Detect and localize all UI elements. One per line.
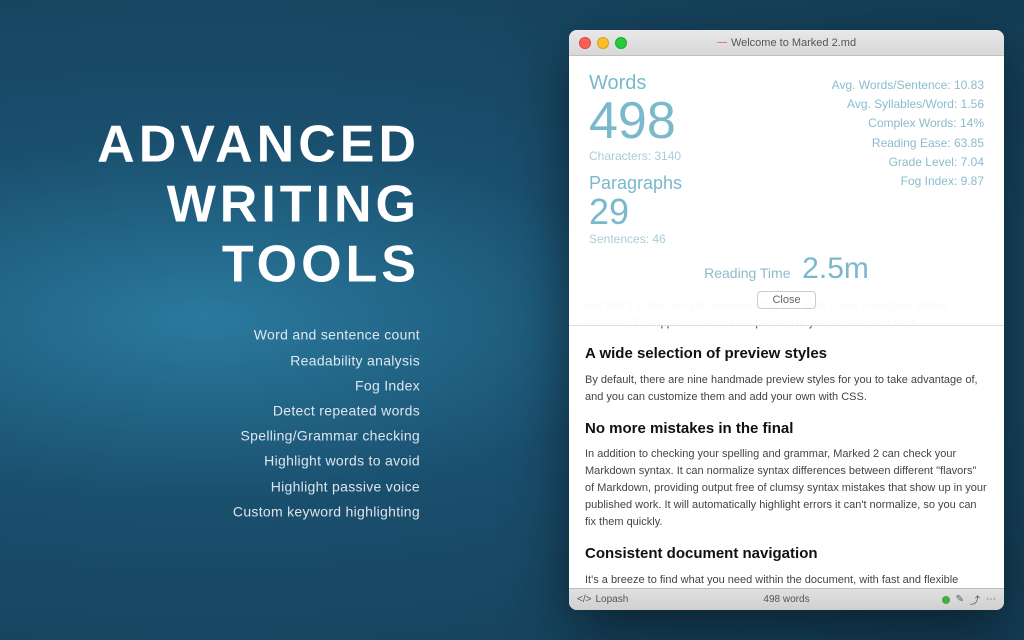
reading-time-row: Reading Time 2.5m xyxy=(589,246,984,290)
characters-stat: Characters: 3140 xyxy=(589,149,682,163)
macos-window: Welcome to Marked 2.md Words 498 Charact… xyxy=(569,30,1004,610)
close-btn-row: Close xyxy=(589,290,984,313)
close-window-button[interactable] xyxy=(579,37,591,49)
feature-item: Highlight words to avoid xyxy=(40,449,420,474)
features-list: Word and sentence count Readability anal… xyxy=(40,323,420,525)
words-count: 498 xyxy=(589,95,682,147)
main-title: ADVANCED WRITING TOOLS xyxy=(40,116,420,295)
status-icon-more: ⋯ xyxy=(986,594,996,605)
status-word-count: 498 words xyxy=(763,594,809,605)
section-heading-1: No more mistakes in the final xyxy=(585,418,988,441)
section-heading-0: A wide selection of preview styles xyxy=(585,343,988,366)
maximize-window-button[interactable] xyxy=(615,37,627,49)
code-icon: </> xyxy=(577,594,591,605)
section-heading-2: Consistent document navigation xyxy=(585,543,988,566)
stats-right: Avg. Words/Sentence: 10.83 Avg. Syllable… xyxy=(702,72,984,246)
feature-item: Custom keyword highlighting xyxy=(40,499,420,524)
paragraphs-count: 29 xyxy=(589,194,682,230)
feature-item: Detect repeated words xyxy=(40,399,420,424)
feature-item: Spelling/Grammar checking xyxy=(40,424,420,449)
window-title: Welcome to Marked 2.md xyxy=(717,37,856,49)
feature-item: Word and sentence count xyxy=(40,323,420,348)
reading-time-value: 2.5m xyxy=(802,252,869,285)
title-bar: Welcome to Marked 2.md xyxy=(569,30,1004,56)
avg-words-sentence: Avg. Words/Sentence: 10.83 xyxy=(702,76,984,95)
section-body-2: It's a breeze to find what you need with… xyxy=(585,572,988,588)
left-panel: ADVANCED WRITING TOOLS Word and sentence… xyxy=(40,116,420,525)
status-bar: </> Lopash 498 words ✎ ⤴ ⋯ xyxy=(569,588,1004,610)
reading-ease: Reading Ease: 63.85 xyxy=(702,134,984,153)
feature-item: Readability analysis xyxy=(40,348,420,373)
status-right: ✎ ⤴ ⋯ xyxy=(942,592,996,607)
status-dot-green xyxy=(942,596,950,604)
status-left: </> Lopash xyxy=(577,594,628,605)
stats-panel: Words 498 Characters: 3140 Paragraphs 29… xyxy=(569,56,1004,326)
feature-item: Highlight passive voice xyxy=(40,474,420,499)
stats-left: Words 498 Characters: 3140 Paragraphs 29… xyxy=(589,72,682,246)
avg-syllables-word: Avg. Syllables/Word: 1.56 xyxy=(702,95,984,114)
status-icon-edit: ✎ xyxy=(956,594,964,605)
complex-words: Complex Words: 14% xyxy=(702,114,984,133)
feature-item: Fog Index xyxy=(40,373,420,398)
grade-level: Grade Level: 7.04 xyxy=(702,153,984,172)
sentences-stat: Sentences: 46 xyxy=(589,232,682,246)
section-body-0: By default, there are nine handmade prev… xyxy=(585,372,988,406)
minimize-window-button[interactable] xyxy=(597,37,609,49)
fog-index: Fog Index: 9.87 xyxy=(702,172,984,191)
status-icon-share: ⤴ xyxy=(970,592,980,607)
status-name: Lopash xyxy=(595,594,628,605)
reading-time-label: Reading Time xyxy=(704,265,790,281)
section-body-1: In addition to checking your spelling an… xyxy=(585,446,988,531)
stats-close-button[interactable]: Close xyxy=(757,291,815,309)
window-controls xyxy=(579,37,627,49)
